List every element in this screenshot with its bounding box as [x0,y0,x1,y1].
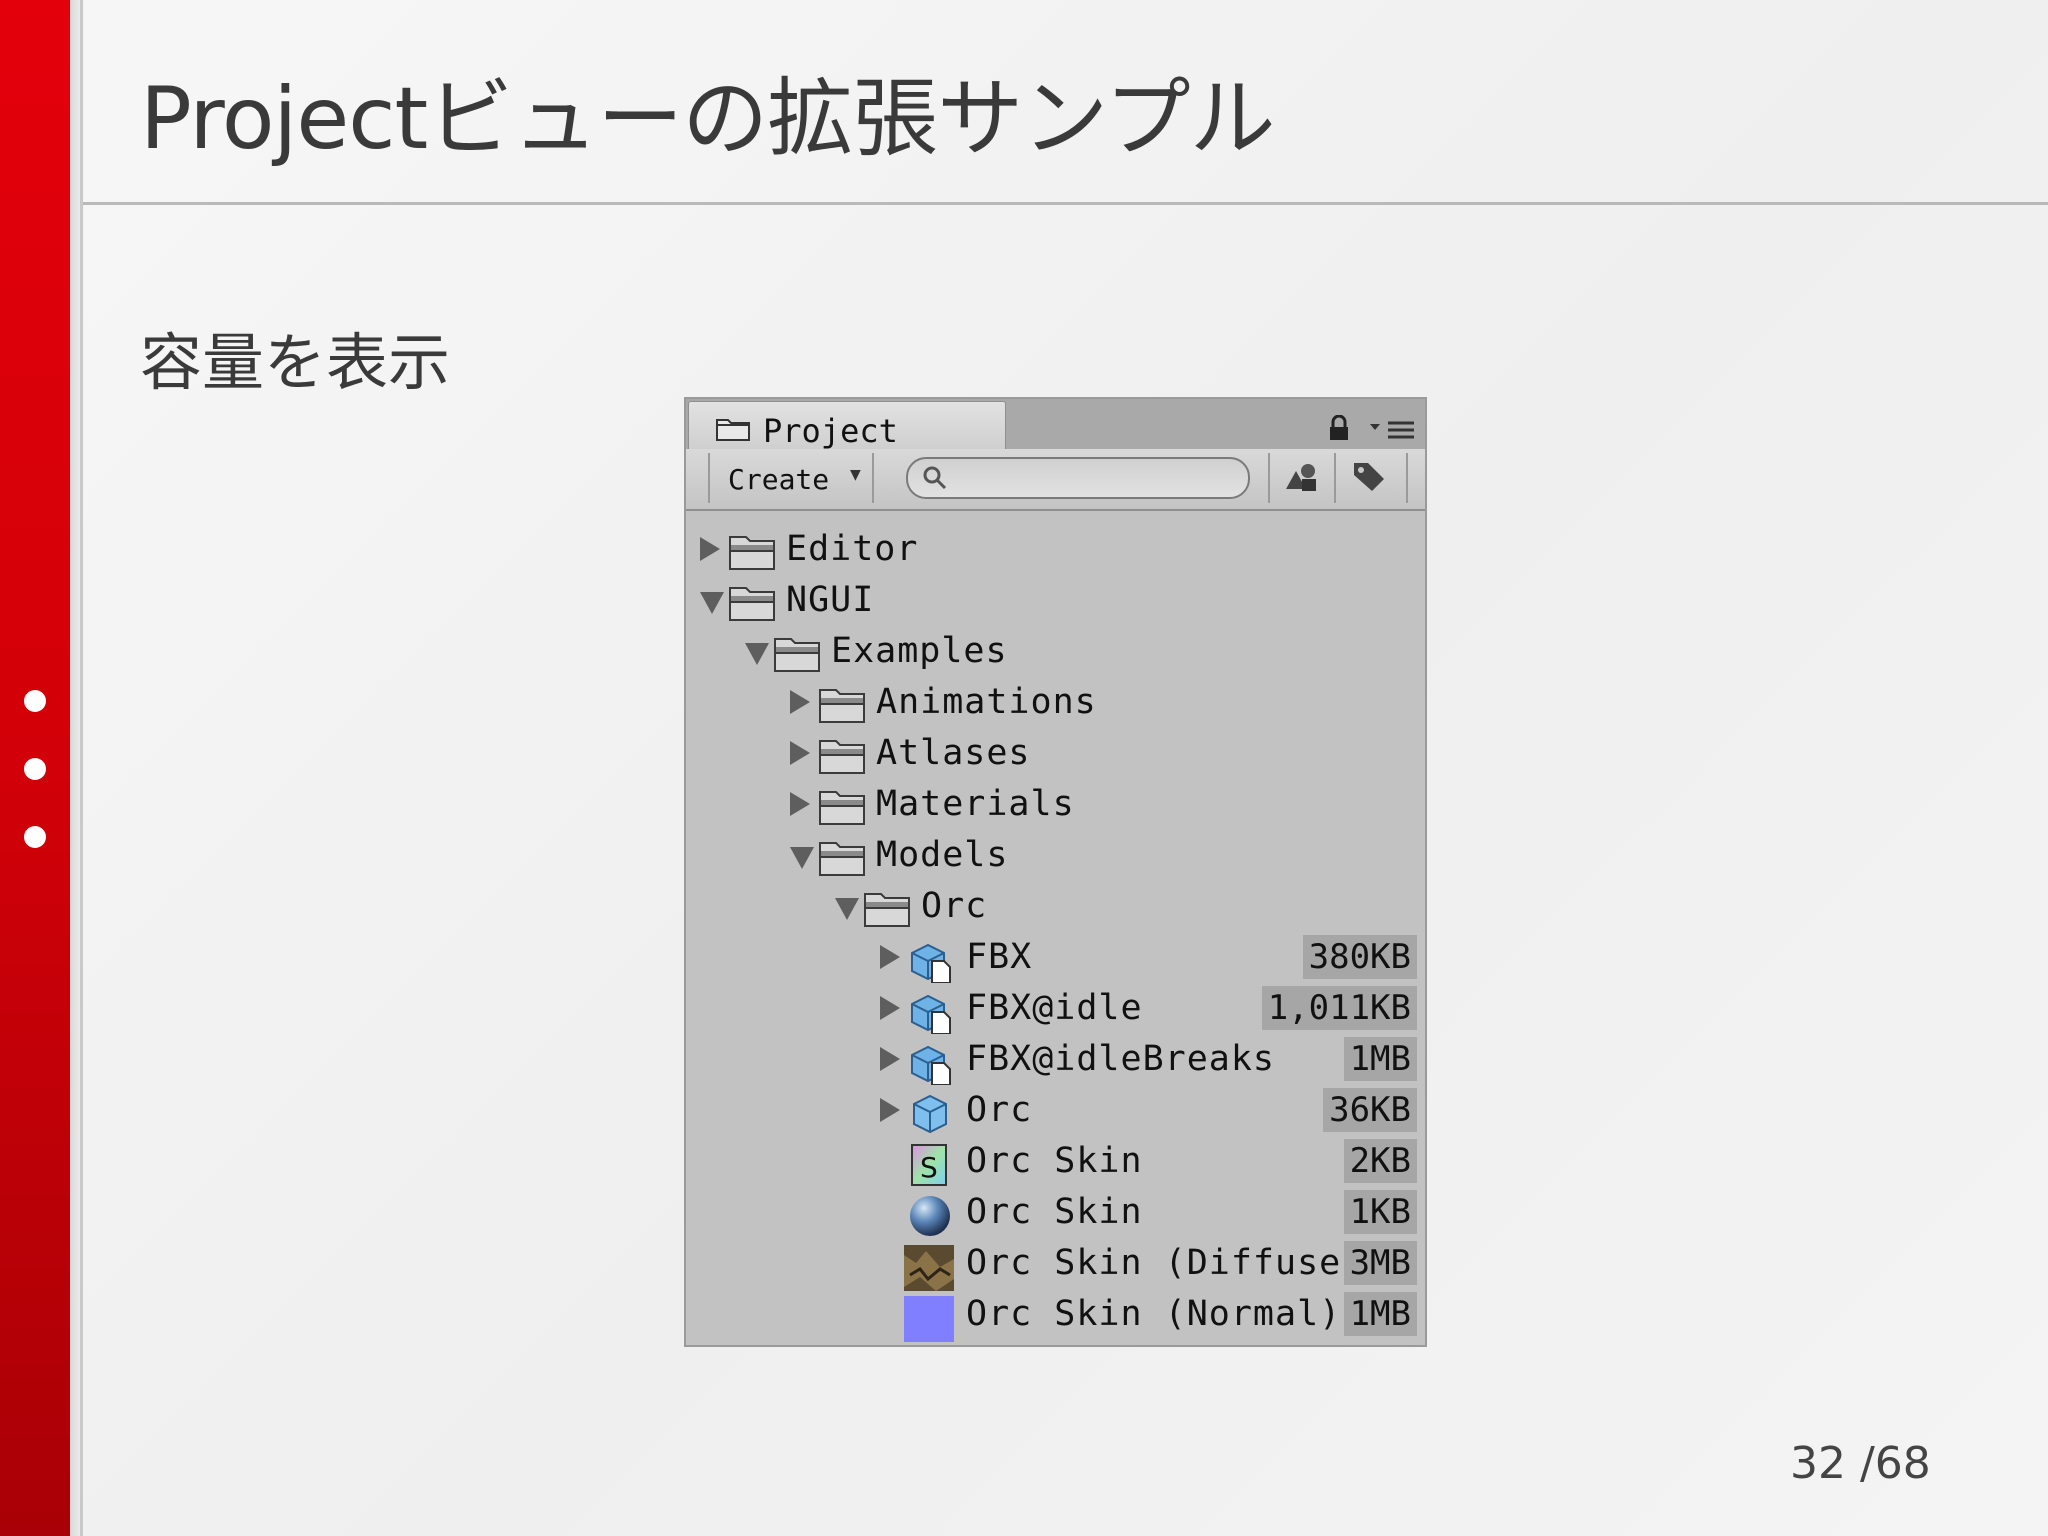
toolbar-separator [1334,453,1336,503]
model-file-icon [908,939,952,987]
folder-icon [818,735,866,779]
file-size-badge: 1MB [1343,1292,1417,1336]
model-file-icon [908,990,952,1038]
file-size-badge: 1,011KB [1261,986,1417,1030]
collapse-arrow-icon[interactable] [835,898,859,920]
tree-item-label: Atlases [876,733,1031,773]
tree-row[interactable]: Orc Skin (Diffuse) 3MB [686,1239,1425,1291]
folder-icon [715,416,751,446]
page-number: 32 /68 [1790,1438,1931,1489]
file-size-badge: 380KB [1302,935,1417,979]
tree-row[interactable]: S Orc Skin 2KB [686,1137,1425,1188]
tree-item-label: FBX@idle [966,988,1143,1028]
expand-arrow-icon[interactable] [790,690,810,714]
tree-item-label: FBX@idleBreaks [966,1039,1276,1079]
folder-icon [863,888,911,932]
shader-icon: S [908,1143,952,1191]
file-size-badge: 1KB [1343,1190,1417,1234]
folder-icon [773,633,821,677]
svg-text:S: S [920,1151,938,1184]
search-by-type-icon[interactable] [1282,459,1322,499]
tree-row[interactable]: FBX 380KB [686,933,1425,984]
normal-texture-icon [904,1296,954,1345]
search-input[interactable] [906,457,1250,499]
file-size-badge: 1MB [1343,1037,1417,1081]
expand-arrow-icon[interactable] [880,1098,900,1122]
collapse-arrow-icon[interactable] [700,592,724,614]
project-toolbar: Create ▼ [686,449,1425,511]
tree-row[interactable]: FBX@idle 1,011KB [686,984,1425,1035]
tree-row[interactable]: FBX@idleBreaks 1MB [686,1035,1425,1086]
tree-item-label: NGUI [786,580,875,620]
tree-row[interactable]: Materials [686,780,1425,831]
collapse-arrow-icon[interactable] [745,643,769,665]
tree-row[interactable]: Orc Skin (Normal) 1MB [686,1290,1425,1342]
expand-arrow-icon[interactable] [700,537,720,561]
file-size-badge: 3MB [1343,1241,1417,1285]
folder-icon [728,582,776,626]
nav-dot [24,690,46,712]
expand-arrow-icon[interactable] [790,741,810,765]
nav-dot [24,758,46,780]
tree-item-label: Orc Skin [966,1141,1143,1181]
file-size-badge: 2KB [1343,1139,1417,1183]
side-divider [80,0,83,1536]
tree-item-label: Orc [966,1090,1033,1130]
nav-dot [24,826,46,848]
diffuse-texture-icon [904,1245,954,1295]
tree-item-label: Editor [786,529,919,569]
expand-arrow-icon[interactable] [880,1047,900,1071]
model-file-icon [908,1041,952,1089]
dropdown-arrow-icon: ▼ [850,467,861,483]
tab-bar: Project [686,399,1425,450]
context-menu-icon[interactable] [1370,421,1416,443]
search-by-label-icon[interactable] [1350,459,1388,499]
folder-icon [818,837,866,881]
folder-icon [818,786,866,830]
prefab-cube-icon [908,1092,952,1140]
tree-row[interactable]: Examples [686,627,1425,678]
expand-arrow-icon[interactable] [880,945,900,969]
tree-item-label: Orc Skin (Normal) [966,1294,1342,1334]
tree-row[interactable]: Animations [686,678,1425,729]
project-window: Project Create ▼ Editor NGUI Examples An… [684,397,1427,1347]
create-label: Create [728,463,830,496]
tree-item-label: Orc Skin (Diffuse) [966,1243,1364,1283]
tree-row[interactable]: Editor [686,525,1425,576]
toolbar-separator [1406,453,1408,503]
title-underline [83,202,2048,205]
tree-item-label: Orc Skin [966,1192,1143,1232]
lock-icon[interactable] [1328,414,1350,445]
search-icon [922,465,948,495]
tree-item-label: Orc [921,886,988,926]
slide-subtitle: 容量を表示 [140,326,451,399]
tree-item-label: Examples [831,631,1008,671]
folder-icon [818,684,866,728]
tree-item-label: Animations [876,682,1097,722]
file-size-badge: 36KB [1323,1088,1417,1132]
tab-project[interactable]: Project [688,401,1006,450]
tree-row[interactable]: NGUI [686,576,1425,627]
folder-icon [728,531,776,575]
tree-item-label: Models [876,835,1009,875]
slide-title: Projectビューの拡張サンプル [140,69,1276,169]
expand-arrow-icon[interactable] [880,996,900,1020]
tree-row[interactable]: Orc Skin 1KB [686,1188,1425,1239]
tree-row[interactable]: Orc 36KB [686,1086,1425,1137]
toolbar-separator [1268,453,1270,503]
tree-item-label: Materials [876,784,1075,824]
tree-row[interactable]: Atlases [686,729,1425,780]
expand-arrow-icon[interactable] [790,792,810,816]
collapse-arrow-icon[interactable] [790,847,814,869]
tab-label: Project [763,412,898,450]
material-sphere-icon [908,1194,952,1242]
tree-item-label: FBX [966,937,1033,977]
tree-row[interactable]: Models [686,831,1425,882]
create-button[interactable]: Create ▼ [708,453,874,503]
tree-row[interactable]: Orc [686,882,1425,933]
